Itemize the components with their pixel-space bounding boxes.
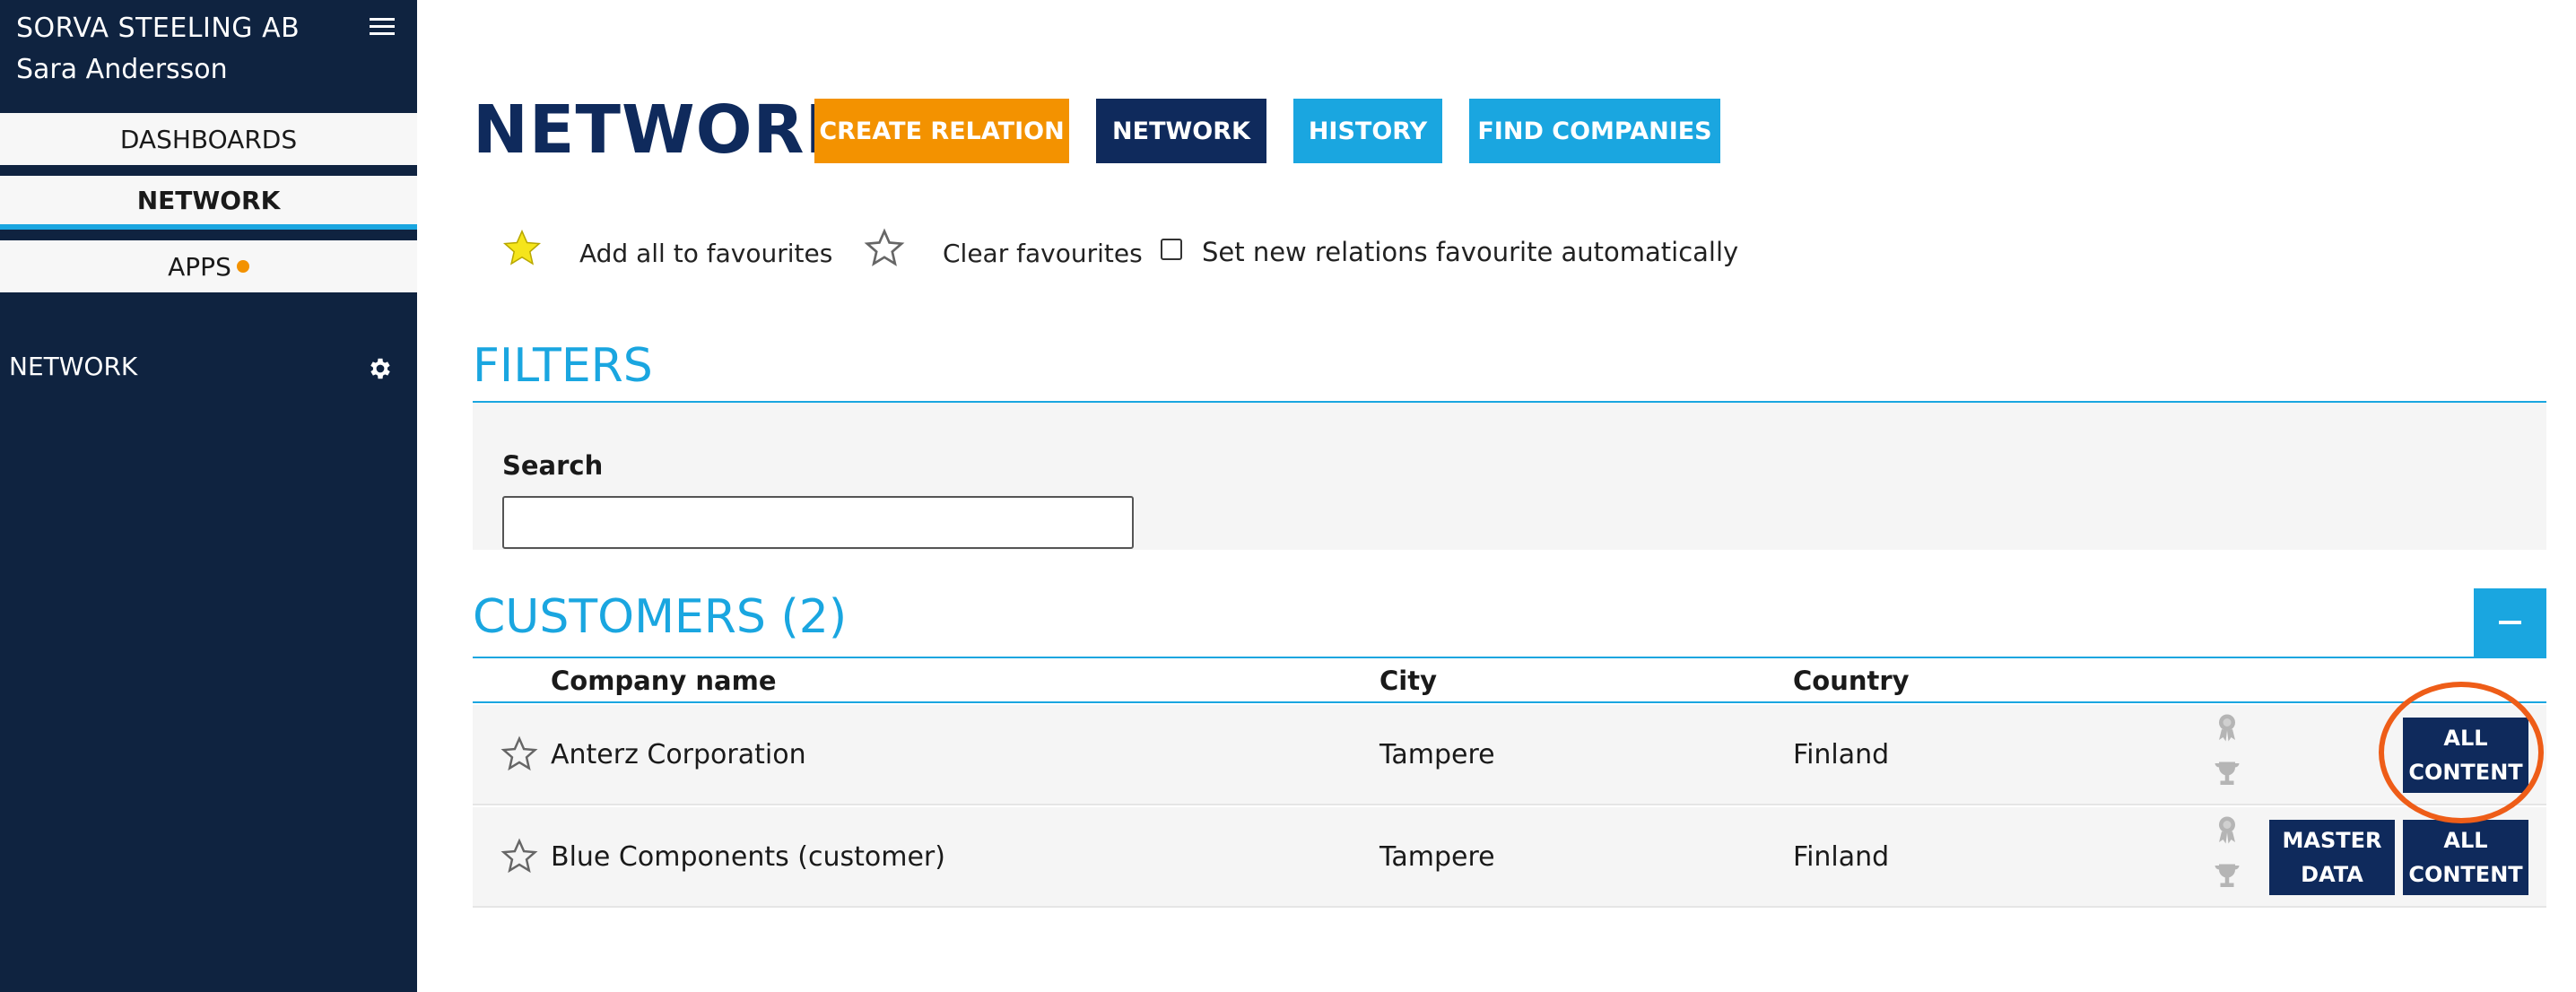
country-cell: Finland [1793,841,1890,873]
star-outline-icon[interactable] [500,735,539,773]
auto-favourite-label: Set new relations favourite automaticall… [1202,237,1739,267]
nav-network-label: NETWORK [136,185,281,215]
trophy-icon [2215,864,2240,887]
master-data-label-2: DATA [2301,862,2363,887]
award-ribbon-icon [2219,816,2235,844]
all-content-label-1: ALL [2443,828,2488,853]
add-all-favourites-link[interactable]: Add all to favourites [579,239,832,268]
table-row: Blue Components (customer) Tampere Finla… [473,807,2546,908]
nav-dashboards[interactable]: DASHBOARDS [0,113,417,165]
table-row: Anterz Corporation Tampere Finland ALL C… [473,705,2546,805]
city-cell: Tampere [1379,739,1495,770]
all-content-label-1: ALL [2443,726,2488,751]
minus-icon [2499,621,2521,624]
master-data-button[interactable]: MASTER DATA [2269,820,2395,895]
page-title: NETWORK [473,91,857,169]
notification-dot [236,260,249,273]
all-content-button[interactable]: ALL CONTENT [2403,718,2528,793]
column-header-company: Company name [551,666,777,696]
all-content-button[interactable]: ALL CONTENT [2403,820,2528,895]
city-cell: Tampere [1379,841,1495,873]
all-content-label-2: CONTENT [2408,760,2523,785]
customers-divider [473,657,2546,658]
user-name: Sara Andersson [16,54,228,85]
hamburger-menu-icon[interactable] [370,18,395,39]
network-button[interactable]: NETWORK [1096,99,1266,163]
star-outline-icon[interactable] [500,838,539,875]
auto-favourite-checkbox[interactable] [1161,239,1182,260]
collapse-button[interactable] [2474,588,2546,657]
history-button[interactable]: HISTORY [1293,99,1442,163]
star-filled-icon[interactable] [500,228,544,269]
nav-network[interactable]: NETWORK [0,176,417,230]
country-cell: Finland [1793,739,1890,770]
nav-apps-label: APPS [168,251,231,282]
all-content-label-2: CONTENT [2408,862,2523,887]
column-header-country: Country [1793,666,1910,696]
sidebar: SORVA STEELING AB Sara Andersson DASHBOA… [0,0,417,992]
sidebar-section-title: NETWORK [9,352,138,381]
trophy-icon [2215,761,2240,785]
create-relation-button[interactable]: CREATE RELATION [814,99,1069,163]
company-name: SORVA STEELING AB [16,13,300,44]
column-header-city: City [1379,666,1437,696]
search-label: Search [502,450,604,481]
customers-title: CUSTOMERS (2) [473,590,848,644]
nav-dashboards-label: DASHBOARDS [119,124,298,154]
company-name-cell: Anterz Corporation [551,739,806,770]
filters-title: FILTERS [473,339,653,393]
find-companies-button[interactable]: FIND COMPANIES [1469,99,1720,163]
search-input[interactable] [502,496,1134,549]
master-data-label-1: MASTER [2282,828,2382,853]
company-name-cell: Blue Components (customer) [551,841,945,873]
table-header-divider [473,701,2546,703]
award-ribbon-icon [2219,714,2235,742]
clear-favourites-link[interactable]: Clear favourites [943,239,1143,268]
nav-apps[interactable]: APPS [0,240,417,292]
star-outline-icon[interactable] [863,228,906,269]
gear-icon[interactable] [367,355,394,382]
